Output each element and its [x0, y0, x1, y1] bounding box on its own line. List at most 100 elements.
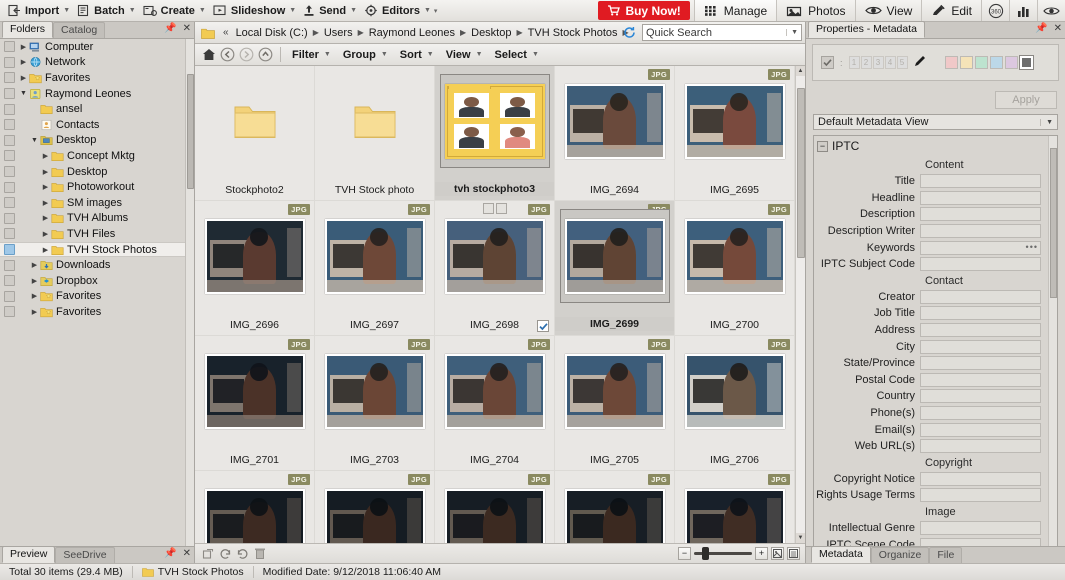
chevron-down-icon[interactable]: ▼ — [289, 7, 299, 14]
thumbnail-item[interactable]: JPG IMG_2696 — [195, 201, 315, 336]
close-icon[interactable]: ✕ — [1054, 24, 1062, 34]
tree-item-favorites[interactable]: ▶ Favorites — [0, 289, 194, 305]
fit-image-button[interactable] — [771, 547, 784, 560]
breadcrumb-item[interactable]: Local Disk (C:) — [233, 26, 311, 40]
tree-item-tvh-stock-photos[interactable]: ▶ TVH Stock Photos — [0, 241, 194, 258]
rating-3-button[interactable]: 3 — [872, 56, 884, 69]
menu-select[interactable]: Select ▼ — [489, 45, 545, 64]
pin-icon[interactable]: 📌 — [164, 549, 176, 559]
folder-item[interactable]: Stockphoto2 — [195, 66, 315, 201]
toolbar-editors-button[interactable]: Editors — [360, 1, 424, 21]
chevron-right-icon[interactable]: ▶ — [41, 230, 50, 238]
chevron-down-icon[interactable]: ▼ — [527, 51, 542, 58]
metadata-field-input[interactable] — [920, 190, 1041, 205]
metadata-field-input[interactable] — [920, 520, 1041, 535]
tab-organize[interactable]: Organize — [870, 547, 930, 563]
search-input[interactable]: Quick Search ▼ — [642, 24, 802, 41]
metadata-field-input[interactable] — [920, 289, 1041, 304]
scroll-down-arrow[interactable]: ▼ — [796, 533, 805, 543]
metadata-field-input[interactable] — [920, 488, 1041, 503]
chevron-right-icon[interactable]: ▶ — [514, 28, 524, 37]
delete-icon-button[interactable] — [251, 546, 268, 562]
tree-item-concept-mktg[interactable]: ▶ Concept Mktg — [0, 148, 194, 164]
redo-icon-button[interactable] — [234, 546, 251, 562]
thumbnail-item[interactable]: JPG IMG_2701 — [195, 336, 315, 471]
metadata-field-input[interactable] — [920, 471, 1041, 486]
chevron-right-icon[interactable]: ▶ — [41, 246, 50, 254]
pencil-icon[interactable] — [913, 54, 927, 71]
rating-2-button[interactable]: 2 — [860, 56, 872, 69]
metadata-field-input[interactable] — [920, 372, 1041, 387]
metadata-field-input[interactable] — [920, 207, 1041, 222]
slider-knob[interactable] — [702, 547, 709, 560]
thumbnail-item[interactable]: JPG — [435, 471, 555, 543]
breadcrumb-item[interactable]: Users — [321, 26, 356, 40]
thumbnail-item[interactable]: JPG IMG_2700 — [675, 201, 795, 336]
up-icon-button[interactable] — [256, 45, 275, 64]
chevron-right-icon[interactable]: ▶ — [19, 74, 28, 82]
tree-item-raymond-leones[interactable]: ▼ Raymond Leones — [0, 86, 194, 102]
metadata-field-input[interactable] — [920, 356, 1041, 371]
thumbnail-item[interactable]: JPG IMG_2704 — [435, 336, 555, 471]
chevron-right-icon[interactable]: ▶ — [19, 58, 28, 66]
tab-preview[interactable]: Preview — [2, 546, 56, 563]
thumbnail-item[interactable]: JPG IMG_2697 — [315, 201, 435, 336]
scrollbar-thumb[interactable] — [1050, 148, 1057, 298]
tree-item-sm-images[interactable]: ▶ SM images — [0, 195, 194, 211]
tab-metadata[interactable]: Metadata — [811, 546, 871, 563]
metadata-field-input[interactable] — [920, 306, 1041, 321]
tree-checkbox[interactable] — [4, 181, 15, 193]
grid-scrollbar[interactable]: ▲ ▼ — [795, 66, 805, 543]
metadata-view-select[interactable]: Default Metadata View ▼ — [813, 114, 1058, 130]
color-label-swatch[interactable] — [944, 56, 958, 69]
thumbnail-item[interactable]: JPG — [675, 471, 795, 543]
chevron-down-icon[interactable]: ▼ — [424, 7, 434, 14]
tree-checkbox[interactable] — [4, 56, 15, 68]
breadcrumb-item[interactable]: Raymond Leones — [366, 26, 458, 40]
refresh-icon[interactable] — [623, 26, 636, 39]
properties-metadata-tab[interactable]: Properties - Metadata — [808, 21, 925, 38]
pin-icon[interactable]: 📌 — [1035, 24, 1047, 34]
close-icon[interactable]: ✕ — [183, 24, 191, 34]
thumbnail-item[interactable]: JPG — [555, 471, 675, 543]
thumbnail-item[interactable]: JPG IMG_2694 — [555, 66, 675, 201]
menu-filter[interactable]: Filter ▼ — [286, 45, 337, 64]
tree-checkbox[interactable] — [4, 290, 15, 302]
toolbar-import-button[interactable]: Import — [4, 1, 63, 21]
tab-file[interactable]: File — [929, 547, 963, 563]
thumbnail-item[interactable]: JPG IMG_2705 — [555, 336, 675, 471]
metadata-field-input[interactable] — [920, 257, 1041, 272]
chevron-down-icon[interactable]: ▼ — [19, 90, 28, 97]
metadata-field-input[interactable] — [920, 224, 1041, 239]
chevron-down-icon[interactable]: ▼ — [786, 29, 798, 36]
chevron-down-icon[interactable]: ▼ — [350, 7, 360, 14]
chevron-down-icon[interactable]: ▼ — [422, 51, 437, 58]
tab-catalog[interactable]: Catalog — [53, 22, 106, 38]
metadata-scrollbar[interactable] — [1048, 136, 1057, 546]
tree-item-network[interactable]: ▶ Network — [0, 55, 194, 71]
mode-manage-button[interactable]: Manage — [693, 0, 777, 21]
color-label-swatch[interactable] — [1018, 55, 1034, 70]
thumbnail-item[interactable]: JPG IMG_2695 — [675, 66, 795, 201]
chevron-down-icon[interactable]: ▼ — [319, 51, 334, 58]
rating-4-button[interactable]: 4 — [884, 56, 896, 69]
tab-folders[interactable]: Folders — [2, 21, 54, 38]
tree-item-photoworkout[interactable]: ▶ Photoworkout — [0, 179, 194, 195]
chevron-right-icon[interactable]: ▶ — [30, 277, 39, 285]
mode-edit-button[interactable]: Edit — [921, 0, 981, 21]
chevron-right-icon[interactable]: ▶ — [41, 214, 50, 222]
toolbar-send-button[interactable]: Send — [299, 1, 350, 21]
chevron-right-icon[interactable]: ▶ — [311, 28, 321, 37]
thumbnail-item[interactable]: JPG IMG_2706 — [675, 336, 795, 471]
tree-item-computer[interactable]: ▶ Computer — [0, 39, 194, 55]
tree-checkbox[interactable] — [4, 306, 15, 318]
chevron-down-icon[interactable]: ▼ — [129, 7, 139, 14]
folder-item[interactable]: TVH Stock photo — [315, 66, 435, 201]
chevron-right-icon[interactable]: ▶ — [41, 183, 50, 191]
tree-checkbox[interactable] — [4, 119, 15, 131]
menu-group[interactable]: Group ▼ — [337, 45, 394, 64]
tree-item-downloads[interactable]: ▶ Downloads — [0, 257, 194, 273]
color-label-swatch[interactable] — [974, 56, 988, 69]
list-view-button[interactable] — [787, 547, 800, 560]
tree-checkbox[interactable] — [4, 88, 15, 100]
